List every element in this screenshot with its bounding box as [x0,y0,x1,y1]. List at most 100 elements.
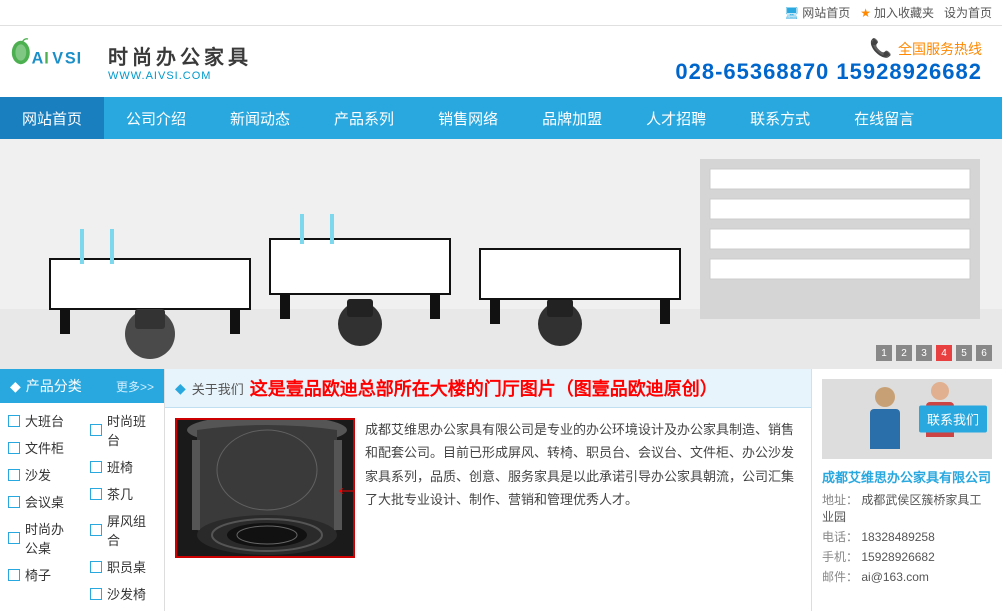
bullet-icon [8,569,20,581]
bullet-icon [90,561,102,573]
contact-area: 联系我们 成都艾维思办公家具有限公司 地址： 成都武侯区簇桥家具工业园 电话： … [812,369,1002,598]
email-value: ai@163.com [861,570,929,584]
banner-scene: 1 2 3 4 5 6 [0,139,1002,369]
bullet-icon [90,524,102,536]
svg-text:A: A [32,49,44,67]
lobby-image [177,420,355,558]
banner-dot-1[interactable]: 1 [876,345,892,361]
top-bar: 🖥 网站首页 ★ 加入收藏夹 设为首页 [0,0,1002,26]
logo-area: A I V S I 时尚办公家具 WWW.AIVSI.COM [0,34,252,89]
category-screen[interactable]: 屏风组合 [82,507,164,553]
category-ban-yi[interactable]: 班椅 [82,453,164,480]
bullet-icon [8,469,20,481]
contact-us-badge[interactable]: 联系我们 [919,406,987,433]
category-file-cabinet[interactable]: 文件柜 [0,434,82,461]
contact-address-row: 地址： 成都武侯区簇桥家具工业园 [822,491,992,525]
banner-dot-5[interactable]: 5 [956,345,972,361]
nav-item-message[interactable]: 在线留言 [832,97,936,139]
homepage-link[interactable]: 设为首页 [944,4,992,21]
banner-dot-3[interactable]: 3 [916,345,932,361]
contact-mobile-row: 手机： 15928926682 [822,548,992,565]
category-staff-desk[interactable]: 职员桌 [82,553,164,580]
nav-item-home[interactable]: 网站首页 [0,97,104,139]
bullet-icon [8,415,20,427]
nav-item-brand[interactable]: 品牌加盟 [520,97,624,139]
phone-icon: 📞 [870,38,892,59]
category-modern-desk[interactable]: 时尚办公桌 [0,515,82,561]
category-sofa-chair[interactable]: 沙发椅 [82,580,164,607]
sidebar-title: ◆ 产品分类 更多>> [0,369,164,403]
contact-phone-row: 电话： 18328489258 [822,528,992,545]
logo-text-area: 时尚办公家具 WWW.AIVSI.COM [108,41,252,82]
favorite-link-label: 加入收藏夹 [874,4,934,21]
nav-item-products[interactable]: 产品系列 [312,97,416,139]
center-header-prefix: 关于我们 [192,379,244,398]
svg-text:S: S [65,49,76,67]
banner-dots: 1 2 3 4 5 6 [876,345,992,361]
nav-item-company[interactable]: 公司介绍 [104,97,208,139]
about-icon: ◆ [175,380,186,397]
logo-brand: 时尚办公家具 [108,41,252,70]
category-chair[interactable]: 椅子 [0,561,82,588]
arrow-indicator: ← [334,474,355,502]
address-label: 地址： [822,493,858,507]
contact-email-row: 邮件： ai@163.com [822,568,992,585]
home-link-label: 网站首页 [802,4,850,21]
navigation: 网站首页 公司介绍 新闻动态 产品系列 销售网络 品牌加盟 人才招聘 联系方式 … [0,97,1002,139]
email-label: 邮件： [822,570,858,584]
hotline-label: 📞 全国服务热线 [675,38,982,59]
sidebar-title-text: 产品分类 [26,376,82,396]
logo-svg: A I V S I [10,34,100,89]
category-row-1: 大班台 文件柜 沙发 会议桌 [0,407,164,607]
sidebar-more[interactable]: 更多>> [116,378,154,395]
svg-text:V: V [52,49,63,67]
nav-item-contact[interactable]: 联系方式 [728,97,832,139]
nav-item-recruit[interactable]: 人才招聘 [624,97,728,139]
svg-text:I: I [77,49,82,67]
center-image-box: ← [175,418,355,558]
category-tea-table[interactable]: 茶几 [82,480,164,507]
center-content: ◆ 关于我们 这是壹品欧迪总部所在大楼的门厅图片（图壹品欧迪原创） [165,369,812,611]
banner-image [0,139,1002,369]
phone-value: 18328489258 [861,530,934,544]
banner-dot-2[interactable]: 2 [896,345,912,361]
banner-dot-6[interactable]: 6 [976,345,992,361]
hotline-area: 📞 全国服务热线 028-65368870 15928926682 [675,38,992,85]
hotline-label-text: 全国服务热线 [898,39,982,59]
nav-item-sales[interactable]: 销售网络 [416,97,520,139]
top-bar-links: 🖥 网站首页 ★ 加入收藏夹 设为首页 [784,4,992,21]
bullet-icon [90,588,102,600]
sidebar-category: 大班台 文件柜 沙发 会议桌 [0,403,164,611]
main-content: ◆ 产品分类 更多>> 大班台 文件柜 沙发 [0,369,1002,611]
home-link[interactable]: 🖥 网站首页 [784,4,850,21]
center-text: 成都艾维思办公家具有限公司是专业的办公环境设计及办公家具制造、销售和配套公司。目… [365,418,801,558]
nav-item-news[interactable]: 新闻动态 [208,97,312,139]
svg-text:I: I [44,49,49,67]
category-sofa[interactable]: 沙发 [0,461,82,488]
contact-image: 联系我们 [822,379,992,459]
mobile-label: 手机： [822,550,858,564]
bullet-icon [8,532,20,544]
center-title: 这是壹品欧迪总部所在大楼的门厅图片（图壹品欧迪原创） [250,375,718,401]
banner: 1 2 3 4 5 6 [0,139,1002,369]
person-silhouette-1 [860,387,910,457]
logo-url: WWW.AIVSI.COM [108,70,252,82]
center-header: ◆ 关于我们 这是壹品欧迪总部所在大楼的门厅图片（图壹品欧迪原创） [165,369,811,408]
star-icon: ★ [860,6,871,20]
favorite-link[interactable]: ★ 加入收藏夹 [860,4,934,21]
category-meeting-table[interactable]: 会议桌 [0,488,82,515]
contact-company: 成都艾维思办公家具有限公司 [822,467,992,486]
category-dabantai[interactable]: 大班台 [0,407,82,434]
bullet-icon [90,488,102,500]
homepage-link-label: 设为首页 [944,4,992,21]
monitor-icon: 🖥 [784,6,799,20]
hotline-number: 028-65368870 15928926682 [675,59,982,85]
sidebar: ◆ 产品分类 更多>> 大班台 文件柜 沙发 [0,369,165,611]
center-body: ← 成都艾维思办公家具有限公司是专业的办公环境设计及办公家具制造、销售和配套公司… [165,408,811,568]
contact-info: 成都艾维思办公家具有限公司 地址： 成都武侯区簇桥家具工业园 电话： 18328… [822,467,992,585]
bullet-icon [8,496,20,508]
mobile-value: 15928926682 [861,550,934,564]
banner-dot-4[interactable]: 4 [936,345,952,361]
category-fashion-bantal[interactable]: 时尚班台 [82,407,164,453]
right-sidebar: 联系我们 成都艾维思办公家具有限公司 地址： 成都武侯区簇桥家具工业园 电话： … [812,369,1002,611]
